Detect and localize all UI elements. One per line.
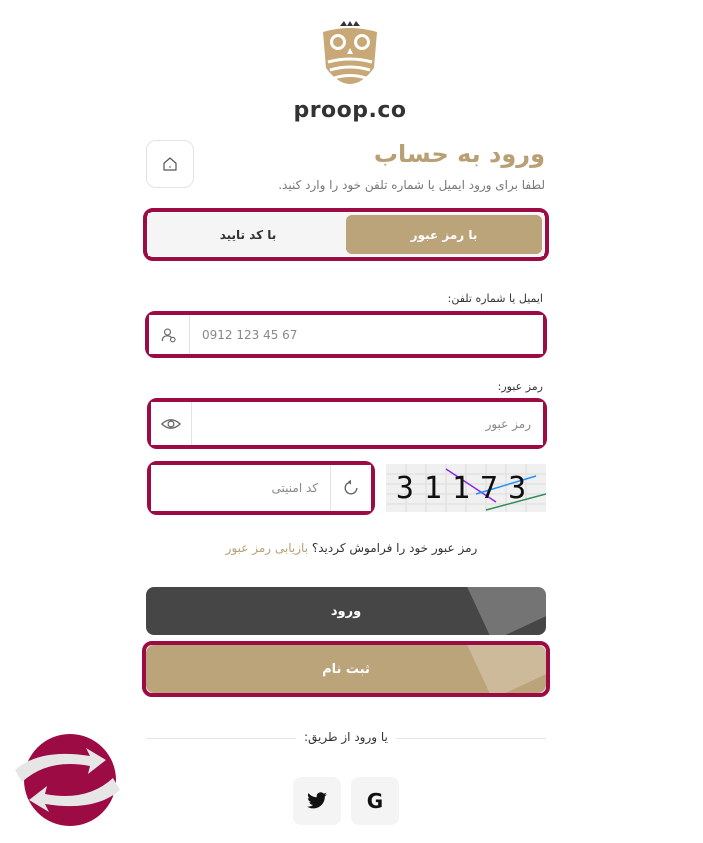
page-title: ورود به حساب [373, 140, 545, 168]
register-button[interactable]: ثبت نام [146, 645, 546, 693]
divider-text: یا ورود از طریق: [296, 730, 396, 744]
captcha-input[interactable]: کد امنیتی [151, 465, 330, 511]
captcha-text: 31173 [395, 470, 537, 506]
login-method-tabs: با کد تایید با رمز عبور [148, 213, 544, 256]
twitter-icon [307, 792, 327, 809]
captcha-image: 31173 [386, 464, 546, 512]
forgot-text: رمز عبور خود را فراموش کردید؟ [311, 541, 478, 555]
login-page: proop.co ورود به حساب لطفا برای ورود ایم… [0, 0, 703, 843]
phone-field[interactable]: 0912 123 45 67 [149, 315, 543, 354]
password-label: رمز عبور: [497, 380, 543, 393]
login-button-label: ورود [330, 603, 362, 619]
forgot-link[interactable]: بازیابی رمز عبور [226, 541, 308, 555]
brand-name: proop.co [293, 98, 407, 123]
password-input[interactable]: رمز عبور [192, 402, 543, 445]
brand-logo: proop.co [290, 20, 410, 125]
page-subtitle: لطفا برای ورود ایمیل یا شماره تلفن خود ر… [278, 178, 545, 192]
captcha-field[interactable]: کد امنیتی [151, 465, 371, 511]
register-button-label: ثبت نام [322, 661, 370, 677]
watermark-logo [10, 730, 125, 830]
password-field[interactable]: رمز عبور [151, 402, 543, 445]
google-button[interactable]: G [351, 777, 399, 825]
refresh-icon[interactable] [330, 465, 371, 511]
phone-input[interactable]: 0912 123 45 67 [190, 315, 543, 354]
tab-password[interactable]: با رمز عبور [346, 215, 542, 254]
user-icon [149, 315, 190, 354]
owl-logo-icon [323, 21, 377, 84]
google-icon: G [366, 789, 384, 813]
twitter-button[interactable] [293, 777, 341, 825]
tab-otp[interactable]: با کد تایید [150, 215, 346, 254]
phone-label: ایمیل یا شماره تلفن: [447, 292, 543, 305]
login-button[interactable]: ورود [146, 587, 546, 635]
eye-icon[interactable] [151, 402, 192, 445]
home-icon [163, 157, 177, 171]
home-button[interactable] [146, 140, 194, 188]
forgot-row: رمز عبور خود را فراموش کردید؟ بازیابی رم… [0, 541, 703, 555]
